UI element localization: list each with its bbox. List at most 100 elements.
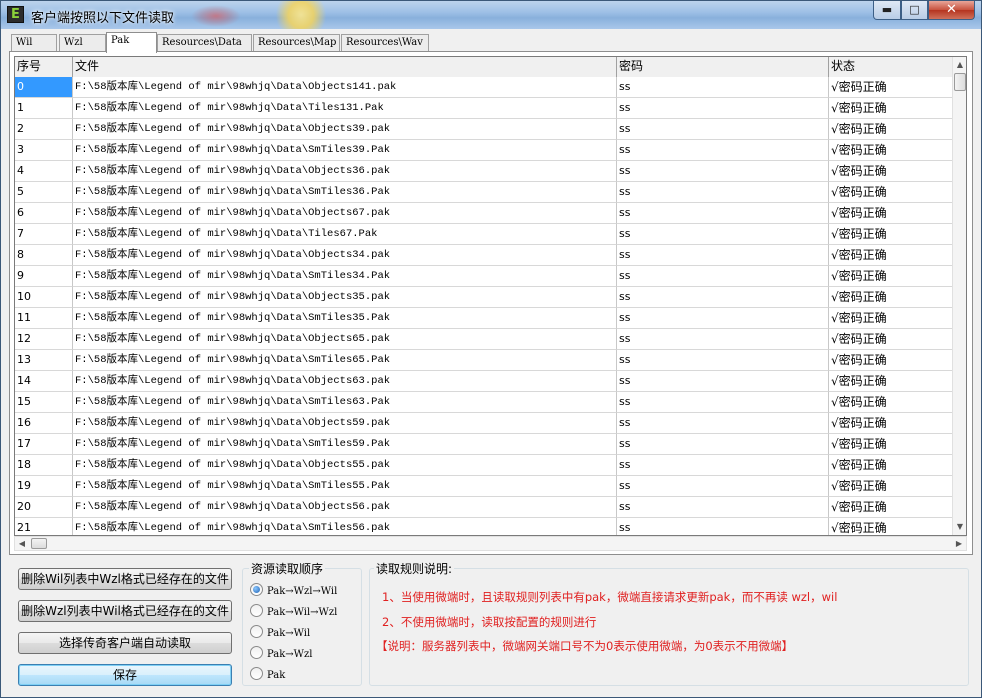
row-status[interactable]: √密码正确: [829, 119, 953, 140]
title-bar[interactable]: E 客户端按照以下文件读取 ▬ □ ✕: [1, 1, 981, 29]
scroll-up-icon[interactable]: ▲: [953, 57, 966, 73]
row-status[interactable]: √密码正确: [829, 476, 953, 497]
table-row[interactable]: 8 F:\58版本库\Legend of mir\98whjq\Data\Obje…: [15, 245, 953, 266]
row-password[interactable]: ss: [617, 287, 829, 308]
column-header-status[interactable]: 状态: [829, 57, 953, 77]
table-row[interactable]: 0 F:\58版本库\Legend of mir\98whjq\Data\Obje…: [15, 77, 953, 98]
row-index[interactable]: 16: [15, 413, 73, 434]
row-status[interactable]: √密码正确: [829, 203, 953, 224]
row-status[interactable]: √密码正确: [829, 413, 953, 434]
row-password[interactable]: ss: [617, 392, 829, 413]
row-file[interactable]: F:\58版本库\Legend of mir\98whjq\Data\Objec…: [73, 245, 617, 266]
row-file[interactable]: F:\58版本库\Legend of mir\98whjq\Data\SmTil…: [73, 434, 617, 455]
row-status[interactable]: √密码正确: [829, 350, 953, 371]
read-order-option[interactable]: Pak→Wil: [250, 624, 310, 640]
row-status[interactable]: √密码正确: [829, 287, 953, 308]
row-status[interactable]: √密码正确: [829, 329, 953, 350]
column-header-file[interactable]: 文件: [73, 57, 617, 77]
row-file[interactable]: F:\58版本库\Legend of mir\98whjq\Data\Objec…: [73, 497, 617, 518]
tab-wzl[interactable]: Wzl: [59, 34, 106, 51]
row-status[interactable]: √密码正确: [829, 392, 953, 413]
radio-button-icon[interactable]: [250, 646, 263, 659]
row-file[interactable]: F:\58版本库\Legend of mir\98whjq\Data\Objec…: [73, 161, 617, 182]
row-index[interactable]: 6: [15, 203, 73, 224]
row-index[interactable]: 18: [15, 455, 73, 476]
close-button[interactable]: ✕: [928, 1, 975, 20]
tab-resources-map[interactable]: Resources\Map: [253, 34, 340, 51]
table-row[interactable]: 3 F:\58版本库\Legend of mir\98whjq\Data\SmTi…: [15, 140, 953, 161]
table-row[interactable]: 14 F:\58版本库\Legend of mir\98whjq\Data\Obj…: [15, 371, 953, 392]
row-index[interactable]: 8: [15, 245, 73, 266]
table-row[interactable]: 1 F:\58版本库\Legend of mir\98whjq\Data\Tile…: [15, 98, 953, 119]
row-index[interactable]: 13: [15, 350, 73, 371]
vertical-scrollbar[interactable]: ▲ ▼: [952, 57, 966, 535]
delete-wil-duplicates-button[interactable]: 删除Wil列表中Wzl格式已经存在的文件: [18, 568, 232, 590]
row-file[interactable]: F:\58版本库\Legend of mir\98whjq\Data\SmTil…: [73, 350, 617, 371]
row-status[interactable]: √密码正确: [829, 308, 953, 329]
table-row[interactable]: 18 F:\58版本库\Legend of mir\98whjq\Data\Obj…: [15, 455, 953, 476]
table-row[interactable]: 12 F:\58版本库\Legend of mir\98whjq\Data\Obj…: [15, 329, 953, 350]
row-password[interactable]: ss: [617, 371, 829, 392]
vertical-scroll-thumb[interactable]: [954, 73, 966, 91]
row-index[interactable]: 0: [15, 77, 73, 98]
row-status[interactable]: √密码正确: [829, 140, 953, 161]
table-row[interactable]: 4 F:\58版本库\Legend of mir\98whjq\Data\Obje…: [15, 161, 953, 182]
row-index[interactable]: 9: [15, 266, 73, 287]
read-order-option[interactable]: Pak: [250, 666, 285, 682]
row-file[interactable]: F:\58版本库\Legend of mir\98whjq\Data\SmTil…: [73, 182, 617, 203]
row-status[interactable]: √密码正确: [829, 245, 953, 266]
horizontal-scroll-thumb[interactable]: [31, 538, 47, 549]
radio-button-icon[interactable]: [250, 583, 263, 596]
row-file[interactable]: F:\58版本库\Legend of mir\98whjq\Data\SmTil…: [73, 392, 617, 413]
row-index[interactable]: 11: [15, 308, 73, 329]
delete-wzl-duplicates-button[interactable]: 删除Wzl列表中Wil格式已经存在的文件: [18, 600, 232, 622]
row-password[interactable]: ss: [617, 476, 829, 497]
table-row[interactable]: 16 F:\58版本库\Legend of mir\98whjq\Data\Obj…: [15, 413, 953, 434]
scroll-right-icon[interactable]: ▶: [952, 537, 966, 550]
row-password[interactable]: ss: [617, 161, 829, 182]
row-file[interactable]: F:\58版本库\Legend of mir\98whjq\Data\Tiles…: [73, 98, 617, 119]
row-file[interactable]: F:\58版本库\Legend of mir\98whjq\Data\Objec…: [73, 287, 617, 308]
table-row[interactable]: 15 F:\58版本库\Legend of mir\98whjq\Data\SmT…: [15, 392, 953, 413]
scroll-down-icon[interactable]: ▼: [953, 519, 966, 535]
row-status[interactable]: √密码正确: [829, 434, 953, 455]
row-index[interactable]: 21: [15, 518, 73, 535]
row-status[interactable]: √密码正确: [829, 518, 953, 535]
table-row[interactable]: 20 F:\58版本库\Legend of mir\98whjq\Data\Obj…: [15, 497, 953, 518]
row-file[interactable]: F:\58版本库\Legend of mir\98whjq\Data\Objec…: [73, 371, 617, 392]
row-index[interactable]: 15: [15, 392, 73, 413]
row-status[interactable]: √密码正确: [829, 371, 953, 392]
row-password[interactable]: ss: [617, 455, 829, 476]
table-row[interactable]: 11 F:\58版本库\Legend of mir\98whjq\Data\SmT…: [15, 308, 953, 329]
radio-button-icon[interactable]: [250, 604, 263, 617]
row-status[interactable]: √密码正确: [829, 224, 953, 245]
read-order-option[interactable]: Pak→Wzl: [250, 645, 312, 661]
row-file[interactable]: F:\58版本库\Legend of mir\98whjq\Data\SmTil…: [73, 476, 617, 497]
row-index[interactable]: 7: [15, 224, 73, 245]
radio-button-icon[interactable]: [250, 625, 263, 638]
row-file[interactable]: F:\58版本库\Legend of mir\98whjq\Data\Objec…: [73, 455, 617, 476]
radio-button-icon[interactable]: [250, 667, 263, 680]
read-order-option[interactable]: Pak→Wil→Wzl: [250, 603, 337, 619]
row-password[interactable]: ss: [617, 119, 829, 140]
row-password[interactable]: ss: [617, 308, 829, 329]
pak-file-grid[interactable]: 序号 文件 密码 状态 0 F:\58版本库\Legend of mir\98wh…: [14, 56, 967, 536]
maximize-button[interactable]: □: [901, 1, 928, 20]
row-password[interactable]: ss: [617, 245, 829, 266]
row-status[interactable]: √密码正确: [829, 77, 953, 98]
row-password[interactable]: ss: [617, 77, 829, 98]
row-index[interactable]: 14: [15, 371, 73, 392]
row-index[interactable]: 12: [15, 329, 73, 350]
table-row[interactable]: 17 F:\58版本库\Legend of mir\98whjq\Data\SmT…: [15, 434, 953, 455]
table-row[interactable]: 7 F:\58版本库\Legend of mir\98whjq\Data\Tile…: [15, 224, 953, 245]
row-password[interactable]: ss: [617, 266, 829, 287]
row-status[interactable]: √密码正确: [829, 161, 953, 182]
row-index[interactable]: 20: [15, 497, 73, 518]
row-file[interactable]: F:\58版本库\Legend of mir\98whjq\Data\Objec…: [73, 77, 617, 98]
row-password[interactable]: ss: [617, 350, 829, 371]
table-row[interactable]: 13 F:\58版本库\Legend of mir\98whjq\Data\SmT…: [15, 350, 953, 371]
row-file[interactable]: F:\58版本库\Legend of mir\98whjq\Data\SmTil…: [73, 518, 617, 535]
column-header-password[interactable]: 密码: [617, 57, 829, 77]
tab-resources-data[interactable]: Resources\Data: [157, 34, 252, 51]
tab-resources-wav[interactable]: Resources\Wav: [341, 34, 429, 51]
